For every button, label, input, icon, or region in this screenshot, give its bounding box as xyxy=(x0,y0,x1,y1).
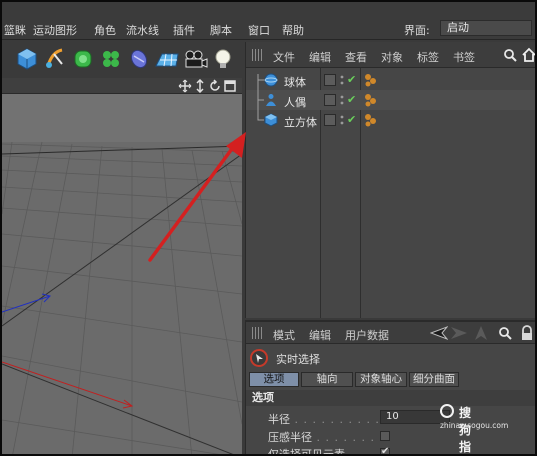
c4d-window: 篮眯 运动图形 角色 流水线 插件 脚本 窗口 帮助 界面: 启动 文件 编辑 … xyxy=(0,0,537,456)
menu-item-character[interactable]: 角色 xyxy=(94,22,116,38)
panel-grip-icon[interactable] xyxy=(252,49,264,61)
tab-axis[interactable]: 轴向 xyxy=(301,372,353,387)
object-row[interactable]: 立方体 ✔ xyxy=(246,110,535,130)
deformer-icon[interactable] xyxy=(126,46,152,72)
param-label-text: 半径 xyxy=(268,413,290,426)
menu-item-pipeline[interactable]: 流水线 xyxy=(126,22,159,38)
pen-icon[interactable] xyxy=(42,46,68,72)
layer-box[interactable] xyxy=(324,74,336,86)
tab-edit[interactable]: 编辑 xyxy=(309,327,331,343)
rotate-view-icon[interactable] xyxy=(208,79,222,93)
param-label-text: 压感半径 xyxy=(268,431,312,444)
material-tag-icon[interactable] xyxy=(364,113,380,127)
search-icon[interactable] xyxy=(498,326,512,340)
menu-item-script[interactable]: 脚本 xyxy=(210,22,232,38)
object-name[interactable]: 人偶 xyxy=(284,94,306,110)
menu-item-window[interactable]: 窗口 xyxy=(248,22,270,38)
move-view-icon[interactable] xyxy=(178,79,192,93)
figure-icon xyxy=(266,94,276,106)
tab-user-data[interactable]: 用户数据 xyxy=(345,327,389,343)
menu-bar: 篮眯 运动图形 角色 流水线 插件 脚本 窗口 帮助 界面: 启动 xyxy=(2,2,535,40)
visibility-dots-icon[interactable] xyxy=(340,114,344,126)
tool-mode-row: 实时选择 xyxy=(250,348,534,368)
cloner-icon[interactable] xyxy=(98,46,124,72)
cube-icon[interactable] xyxy=(14,46,40,72)
3d-viewport[interactable] xyxy=(2,78,242,454)
search-icon[interactable] xyxy=(503,48,517,62)
tab-mode[interactable]: 模式 xyxy=(273,327,295,343)
tool-name: 实时选择 xyxy=(276,353,320,366)
live-selection-icon xyxy=(250,349,268,367)
cube-icon xyxy=(264,113,278,127)
object-name[interactable]: 球体 xyxy=(284,74,306,90)
back-arrow-icon[interactable] xyxy=(430,326,448,340)
maximize-view-icon[interactable] xyxy=(223,79,237,93)
sphere-icon xyxy=(264,73,278,87)
tab-edit[interactable]: 编辑 xyxy=(309,49,331,65)
hierarchy-line-icon xyxy=(257,90,264,110)
tab-subdivision-surface[interactable]: 细分曲面 xyxy=(409,372,459,387)
menu-item[interactable]: 篮眯 xyxy=(4,22,26,38)
enabled-check-icon[interactable]: ✔ xyxy=(347,73,356,86)
material-tag-icon[interactable] xyxy=(364,73,380,87)
enabled-check-icon[interactable]: ✔ xyxy=(347,113,356,126)
pressure-radius-checkbox[interactable] xyxy=(380,431,390,441)
object-manager: 文件 编辑 查看 对象 标签 书签 球体 ✔ 人偶 ✔ 立方体 ✔ xyxy=(245,42,537,318)
section-header: 选项 xyxy=(246,390,535,406)
viewport-grid xyxy=(2,94,242,454)
visibility-dots-icon[interactable] xyxy=(340,74,344,86)
watermark-url: zhinan.sogou.com xyxy=(440,421,509,430)
layer-box[interactable] xyxy=(324,114,336,126)
object-manager-menu: 文件 编辑 查看 对象 标签 书签 xyxy=(246,42,537,68)
tab-options[interactable]: 选项 xyxy=(249,372,299,387)
camera-icon[interactable] xyxy=(182,46,208,72)
menu-item-plugins[interactable]: 插件 xyxy=(173,22,195,38)
tab-tags[interactable]: 标签 xyxy=(417,49,439,65)
viewport-header xyxy=(2,78,242,94)
forward-arrow-icon[interactable] xyxy=(450,326,468,340)
tab-file[interactable]: 文件 xyxy=(273,49,295,65)
home-icon[interactable] xyxy=(521,47,537,63)
toolbar xyxy=(2,40,245,78)
visible-only-checkbox[interactable] xyxy=(380,446,390,454)
param-label: 仅选择可见元素 xyxy=(268,446,345,456)
visibility-dots-icon[interactable] xyxy=(340,94,344,106)
param-label-text: 仅选择可见元素 xyxy=(268,448,345,456)
enabled-check-icon[interactable]: ✔ xyxy=(347,93,356,106)
layer-box[interactable] xyxy=(324,94,336,106)
object-row[interactable]: 球体 ✔ xyxy=(246,70,535,90)
tab-objects[interactable]: 对象 xyxy=(381,49,403,65)
object-name[interactable]: 立方体 xyxy=(284,114,317,130)
menu-item-mograph[interactable]: 运动图形 xyxy=(33,22,77,38)
hierarchy-line-icon xyxy=(257,74,264,90)
tab-object-axis[interactable]: 对象轴心 xyxy=(355,372,407,387)
attribute-manager-menu: 模式 编辑 用户数据 xyxy=(246,322,535,344)
lock-icon[interactable] xyxy=(520,325,534,341)
object-row[interactable]: 人偶 ✔ xyxy=(246,90,535,110)
sogou-logo-icon xyxy=(440,404,454,418)
light-icon[interactable] xyxy=(210,46,236,72)
panel-grip-icon[interactable] xyxy=(252,327,264,339)
layout-label: 界面: xyxy=(404,24,430,37)
watermark-title: 搜狗指南 xyxy=(459,406,472,454)
layout-dropdown[interactable]: 启动 xyxy=(440,20,532,36)
up-arrow-icon[interactable] xyxy=(474,325,488,341)
subdivision-icon[interactable] xyxy=(70,46,96,72)
tab-view[interactable]: 查看 xyxy=(345,49,367,65)
zoom-view-icon[interactable] xyxy=(193,79,207,93)
hierarchy-line-icon xyxy=(257,110,264,121)
menu-item-help[interactable]: 帮助 xyxy=(282,22,304,38)
tab-bookmarks[interactable]: 书签 xyxy=(453,49,475,65)
material-tag-icon[interactable] xyxy=(364,93,380,107)
param-label: 压感半径 . . . . . . . . xyxy=(268,431,384,444)
attribute-manager: 模式 编辑 用户数据 实时选择 选项 轴向 对象轴心 细分曲面 选项 半径 . … xyxy=(245,320,535,456)
floor-icon[interactable] xyxy=(154,46,180,72)
